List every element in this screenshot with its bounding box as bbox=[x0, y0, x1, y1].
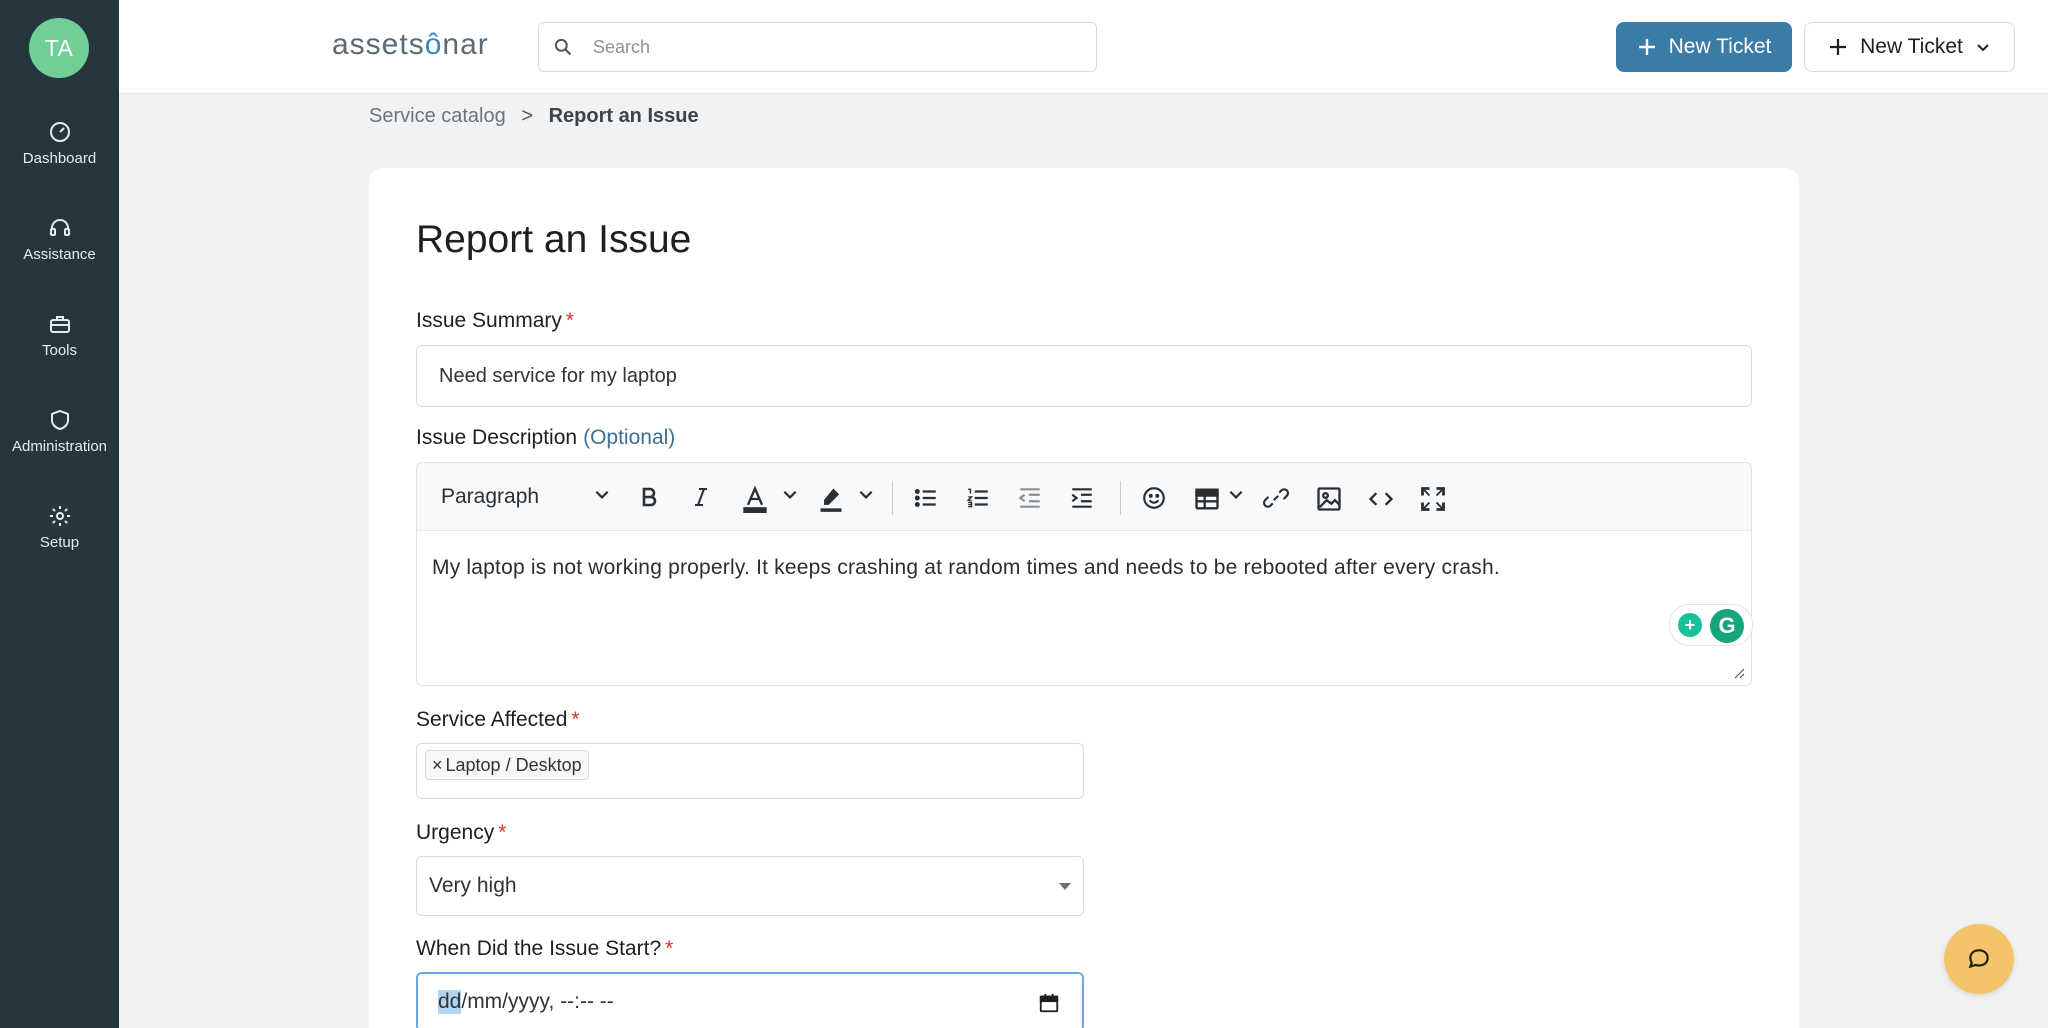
issue-summary-label: Issue Summary * bbox=[416, 309, 574, 333]
new-ticket-dropdown-label: New Ticket bbox=[1860, 35, 1963, 58]
resize-handle-icon[interactable] bbox=[1731, 665, 1745, 679]
urgency-value: Very high bbox=[429, 874, 517, 897]
image-icon[interactable] bbox=[1315, 485, 1343, 513]
dropdown-arrow-icon bbox=[1059, 883, 1071, 890]
bold-icon[interactable] bbox=[637, 485, 661, 509]
bulleted-list-icon[interactable] bbox=[913, 485, 939, 511]
toolbox-icon bbox=[49, 316, 70, 333]
table-icon[interactable] bbox=[1193, 485, 1221, 513]
logo-text-start: assets bbox=[332, 28, 425, 61]
highlight-icon[interactable] bbox=[817, 485, 845, 513]
grammarly-widget[interactable]: + G bbox=[1669, 604, 1753, 646]
date-day-segment[interactable]: dd bbox=[438, 990, 462, 1014]
issue-description-label-text: Issue Description bbox=[416, 426, 578, 449]
search-icon bbox=[554, 38, 572, 56]
sidebar-item-tools[interactable]: Tools bbox=[0, 312, 119, 359]
sidebar-item-label: Dashboard bbox=[22, 150, 97, 167]
sidebar-item-setup[interactable]: Setup bbox=[0, 504, 119, 551]
breadcrumb-service-catalog[interactable]: Service catalog bbox=[369, 105, 506, 127]
grammarly-logo-icon[interactable]: G bbox=[1710, 609, 1744, 643]
service-affected-input[interactable]: × Laptop / Desktop bbox=[416, 743, 1084, 799]
plus-icon bbox=[1830, 39, 1847, 55]
chevron-down-icon[interactable] bbox=[593, 485, 611, 503]
sidebar-item-label: Setup bbox=[39, 534, 80, 551]
sidebar-item-label: Assistance bbox=[23, 246, 96, 263]
logo[interactable]: assetsônar bbox=[332, 28, 489, 62]
required-star: * bbox=[665, 937, 674, 960]
fullscreen-icon[interactable] bbox=[1419, 485, 1447, 513]
toolbar-divider bbox=[1120, 481, 1121, 515]
block-format-dropdown[interactable]: Paragraph bbox=[441, 485, 539, 509]
gear-icon bbox=[49, 506, 70, 526]
avatar[interactable]: TA bbox=[29, 18, 89, 78]
block-format-value: Paragraph bbox=[441, 485, 540, 508]
description-text[interactable]: My laptop is not working properly. It ke… bbox=[432, 556, 1500, 580]
sidebar-item-assistance[interactable]: Assistance bbox=[0, 216, 119, 263]
new-ticket-dropdown-button[interactable]: New Ticket bbox=[1804, 22, 2015, 72]
issue-summary-input[interactable]: Need service for my laptop bbox=[416, 345, 1752, 407]
chevron-down-icon bbox=[1977, 44, 1989, 52]
indent-icon[interactable] bbox=[1069, 485, 1095, 511]
new-ticket-button[interactable]: New Ticket bbox=[1616, 22, 1792, 72]
issue-start-label: When Did the Issue Start? * bbox=[416, 937, 673, 961]
required-star: * bbox=[565, 309, 575, 332]
urgency-label-text: Urgency bbox=[416, 821, 495, 844]
italic-icon[interactable] bbox=[689, 485, 713, 509]
text-color-icon[interactable] bbox=[741, 485, 769, 513]
search-box[interactable] bbox=[538, 22, 1097, 72]
chevron-down-icon[interactable] bbox=[857, 485, 875, 503]
grammarly-plus-icon[interactable]: + bbox=[1678, 613, 1702, 637]
plus-icon bbox=[1638, 39, 1655, 55]
top-bar: assetsônar New Ticket New Ticket bbox=[119, 0, 2048, 94]
shield-icon bbox=[50, 409, 69, 431]
sidebar-item-label: Tools bbox=[41, 342, 78, 359]
logo-wifi-o-icon: ô bbox=[424, 28, 443, 61]
service-tag: × Laptop / Desktop bbox=[425, 750, 589, 780]
dashboard-icon bbox=[49, 122, 70, 142]
sidebar-item-label: Administration bbox=[11, 438, 108, 455]
chat-icon bbox=[1968, 949, 1989, 969]
code-icon[interactable] bbox=[1367, 485, 1395, 513]
service-affected-label: Service Affected * bbox=[416, 708, 580, 732]
remove-tag-icon[interactable]: × bbox=[432, 755, 443, 776]
date-rest-segment[interactable]: /mm/yyyy, --:-- -- bbox=[461, 990, 613, 1014]
urgency-label: Urgency * bbox=[416, 821, 506, 845]
service-tag-label: Laptop / Desktop bbox=[445, 754, 582, 775]
chat-button[interactable] bbox=[1944, 924, 2014, 994]
sidebar: TA Dashboard Assistance Tools Administra… bbox=[0, 0, 119, 1028]
chevron-down-icon[interactable] bbox=[781, 485, 799, 503]
page-title: Report an Issue bbox=[416, 218, 692, 261]
logo-text-end: nar bbox=[442, 28, 489, 61]
breadcrumb-separator: > bbox=[521, 105, 533, 127]
link-icon[interactable] bbox=[1263, 485, 1289, 511]
issue-start-label-text: When Did the Issue Start? bbox=[416, 937, 662, 960]
report-issue-card: Report an Issue Issue Summary * Need serv… bbox=[369, 168, 1799, 1028]
optional-note: (Optional) bbox=[583, 426, 676, 449]
outdent-icon[interactable] bbox=[1017, 485, 1043, 511]
sidebar-item-administration[interactable]: Administration bbox=[0, 408, 119, 455]
required-star: * bbox=[571, 708, 580, 731]
headset-icon bbox=[49, 219, 70, 236]
breadcrumb-current: Report an Issue bbox=[548, 105, 699, 127]
issue-summary-label-text: Issue Summary bbox=[416, 309, 562, 332]
calendar-icon[interactable] bbox=[1038, 992, 1060, 1014]
sidebar-item-dashboard[interactable]: Dashboard bbox=[0, 120, 119, 167]
required-star: * bbox=[498, 821, 507, 844]
toolbar-divider bbox=[892, 481, 893, 515]
chevron-down-icon[interactable] bbox=[1227, 485, 1245, 503]
service-affected-label-text: Service Affected bbox=[416, 708, 568, 731]
numbered-list-icon[interactable] bbox=[965, 485, 991, 511]
breadcrumb: Service catalog > Report an Issue bbox=[369, 105, 699, 128]
issue-description-label: Issue Description (Optional) bbox=[416, 426, 675, 450]
new-ticket-label: New Ticket bbox=[1668, 35, 1772, 58]
editor-toolbar: Paragraph bbox=[417, 463, 1751, 531]
emoji-icon[interactable] bbox=[1141, 485, 1167, 511]
urgency-select[interactable]: Very high bbox=[416, 856, 1084, 916]
rich-text-editor[interactable]: Paragraph My laptop is not working prope… bbox=[416, 462, 1752, 686]
issue-summary-value: Need service for my laptop bbox=[439, 364, 677, 387]
search-input[interactable] bbox=[593, 31, 1073, 63]
issue-start-datetime-input[interactable]: dd/mm/yyyy, --:-- -- bbox=[416, 972, 1084, 1028]
